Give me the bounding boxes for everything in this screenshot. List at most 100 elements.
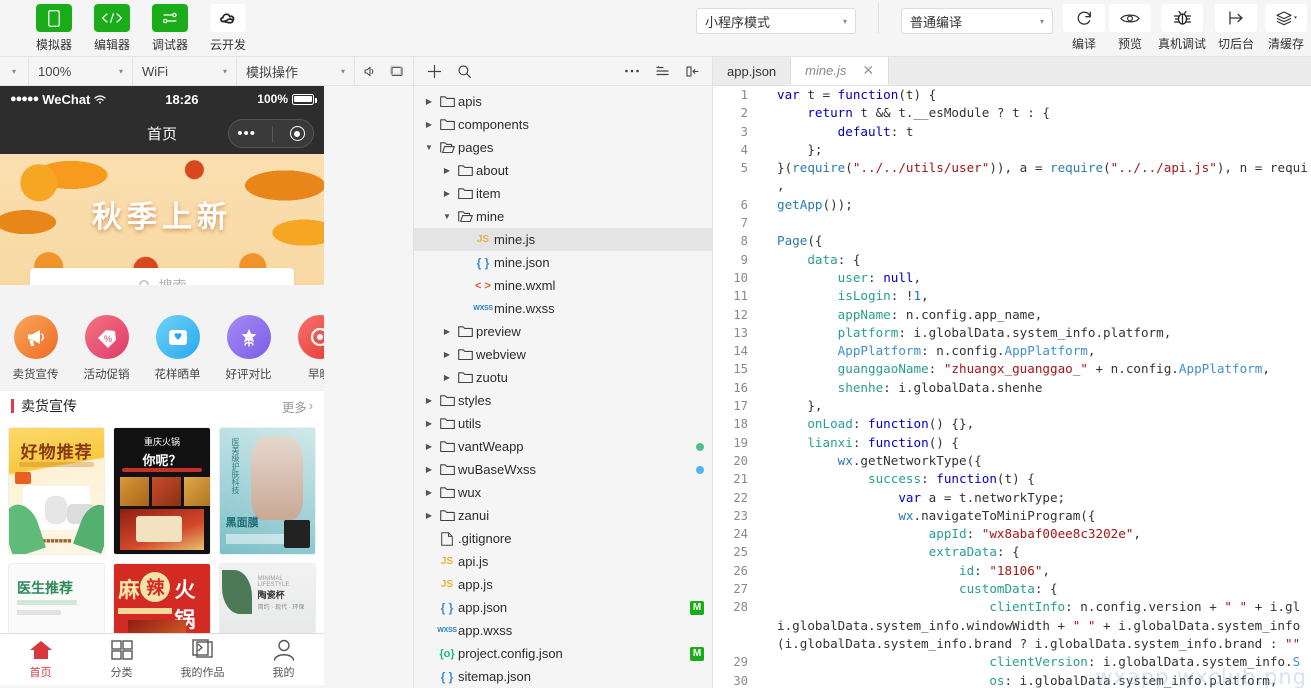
file-tree-row[interactable]: < >mine.wxml bbox=[414, 274, 712, 297]
tabbar-label: 分类 bbox=[111, 664, 133, 680]
device-select[interactable]: ▾ bbox=[0, 57, 29, 86]
toolbar-button-editor[interactable]: 编辑器 bbox=[83, 0, 141, 53]
file-tree-row[interactable]: ▶zuotu bbox=[414, 366, 712, 389]
chevron-right-icon[interactable]: ▶ bbox=[440, 166, 454, 175]
chevron-right-icon[interactable]: ▶ bbox=[422, 396, 436, 405]
tabbar-item-profile[interactable]: 我的 bbox=[243, 634, 324, 685]
editor-tab-mine-js[interactable]: mine.js ✕ bbox=[791, 57, 889, 85]
close-circle-icon[interactable] bbox=[290, 126, 305, 141]
tabbar-item-works[interactable]: 我的作品 bbox=[162, 634, 243, 685]
clear-cache-button[interactable]: 清缓存 bbox=[1261, 0, 1311, 52]
real-device-debug-button[interactable]: 真机调试 bbox=[1153, 0, 1211, 52]
file-tree-row[interactable]: ▶vantWeapp bbox=[414, 435, 712, 458]
line-number: 27 bbox=[713, 580, 757, 598]
add-file-icon[interactable] bbox=[420, 57, 448, 86]
file-tree-row[interactable]: ▶webview bbox=[414, 343, 712, 366]
chevron-right-icon[interactable]: ▶ bbox=[440, 373, 454, 382]
code-area[interactable]: 1var t = function(t) {2 return t && t.__… bbox=[713, 86, 1311, 688]
section-more-link[interactable]: 更多 › bbox=[282, 397, 313, 416]
chevron-right-icon[interactable]: ▶ bbox=[440, 327, 454, 336]
file-tree-row[interactable]: JSmine.js bbox=[414, 228, 712, 251]
wechat-capsule-button[interactable]: ••• bbox=[228, 119, 314, 148]
toolbar-button-simulator[interactable]: 模拟器 bbox=[25, 0, 83, 53]
chevron-right-icon[interactable]: ▶ bbox=[422, 120, 436, 129]
chevron-right-icon[interactable]: ▶ bbox=[422, 419, 436, 428]
network-select[interactable]: WiFi ▾ bbox=[133, 57, 237, 86]
folder-icon bbox=[454, 371, 476, 384]
collapse-panel-icon[interactable] bbox=[678, 57, 706, 86]
file-tree-row[interactable]: { }mine.json bbox=[414, 251, 712, 274]
toolbar-label: 云开发 bbox=[210, 36, 246, 53]
grid-item-huayang[interactable]: 花样晒单 bbox=[142, 315, 213, 382]
promo-banner[interactable]: 秋季上新 搜索 bbox=[0, 154, 324, 285]
simulate-action-select[interactable]: 模拟操作 ▾ bbox=[237, 57, 355, 86]
chevron-right-icon[interactable]: ▶ bbox=[422, 511, 436, 520]
file-tree-row[interactable]: JSapi.js bbox=[414, 550, 712, 573]
editor-tab-app-json[interactable]: app.json bbox=[713, 57, 791, 85]
search-input[interactable]: 搜索 bbox=[30, 268, 294, 285]
mode-select[interactable]: 小程序模式 ▾ bbox=[696, 8, 856, 34]
chevron-right-icon[interactable]: ▶ bbox=[422, 442, 436, 451]
volume-icon[interactable] bbox=[355, 57, 383, 86]
switch-background-button[interactable]: 切后台 bbox=[1211, 0, 1261, 52]
file-tree-row[interactable]: {o}project.config.jsonM bbox=[414, 642, 712, 665]
file-tree-row[interactable]: { }sitemap.json bbox=[414, 665, 712, 688]
file-tree-row[interactable]: ▶wux bbox=[414, 481, 712, 504]
toolbar-button-debugger[interactable]: 调试器 bbox=[141, 0, 199, 53]
chevron-right-icon[interactable]: ▶ bbox=[422, 465, 436, 474]
file-tree-row[interactable]: ▼mine bbox=[414, 205, 712, 228]
file-tree-row[interactable]: ▶apis bbox=[414, 90, 712, 113]
phone-frame: ●●●●● WeChat 18:26 100% 首页 bbox=[0, 86, 324, 685]
grid-item-haoping[interactable]: 好评对比 bbox=[213, 315, 284, 382]
compile-select-wrap: 普通编译 ▾ bbox=[901, 0, 1053, 34]
sort-icon[interactable] bbox=[648, 57, 676, 86]
close-icon[interactable]: ✕ bbox=[862, 62, 874, 79]
file-tree-row[interactable]: ▶utils bbox=[414, 412, 712, 435]
code-line: 19 lianxi: function() { bbox=[713, 434, 1311, 452]
more-icon[interactable] bbox=[618, 57, 646, 86]
file-tree-row[interactable]: WXSSapp.wxss bbox=[414, 619, 712, 642]
chevron-down-icon[interactable]: ▼ bbox=[440, 212, 454, 221]
card-item[interactable]: 重庆火锅 你呢？ bbox=[113, 427, 210, 555]
search-icon[interactable] bbox=[450, 57, 478, 86]
grid-item-huodong[interactable]: % 活动促销 bbox=[71, 315, 142, 382]
more-icon[interactable]: ••• bbox=[237, 125, 256, 142]
compile-button[interactable]: 编译 bbox=[1061, 0, 1107, 52]
file-tree-row[interactable]: ▶components bbox=[414, 113, 712, 136]
grid-item-zaowan[interactable]: 早晚 bbox=[284, 315, 324, 382]
chevron-right-icon[interactable]: ▶ bbox=[440, 350, 454, 359]
file-tree-row[interactable]: ▶zanui bbox=[414, 504, 712, 527]
chevron-right-icon[interactable]: ▶ bbox=[440, 189, 454, 198]
preview-button[interactable]: 预览 bbox=[1107, 0, 1153, 52]
tabbar-item-category[interactable]: 分类 bbox=[81, 634, 162, 685]
editor-tabs-row: app.json mine.js ✕ bbox=[713, 57, 1311, 85]
section-header: 卖货宣传 更多 › bbox=[0, 390, 324, 421]
file-tree-row[interactable]: ▶item bbox=[414, 182, 712, 205]
file-tree-row[interactable]: ▶about bbox=[414, 159, 712, 182]
toolbar-button-cloud[interactable]: 云开发 bbox=[199, 0, 257, 53]
carrier-group: ●●●●● WeChat bbox=[10, 92, 106, 107]
code-text: lianxi: function() { bbox=[757, 434, 959, 452]
file-tree-row[interactable]: ▶wuBaseWxss bbox=[414, 458, 712, 481]
card-item[interactable]: 好物推荐 ■■■■■■■ bbox=[8, 427, 105, 555]
file-tree-row[interactable]: ▶preview bbox=[414, 320, 712, 343]
chevron-right-icon[interactable]: ▶ bbox=[422, 488, 436, 497]
file-tree-row[interactable]: JSapp.js bbox=[414, 573, 712, 596]
file-tree-row[interactable]: ▼pages bbox=[414, 136, 712, 159]
compile-mode-select[interactable]: 普通编译 ▾ bbox=[901, 8, 1053, 34]
zoom-select[interactable]: 100% ▾ bbox=[29, 57, 133, 86]
file-explorer[interactable]: ▶apis▶components▼pages▶about▶item▼mineJS… bbox=[414, 86, 713, 688]
grid-item-maihuo[interactable]: 卖货宣传 bbox=[0, 315, 71, 382]
rotate-screen-icon[interactable] bbox=[383, 57, 411, 86]
status-dot bbox=[696, 466, 704, 474]
line-number: 22 bbox=[713, 489, 757, 507]
chevron-right-icon[interactable]: ▶ bbox=[422, 97, 436, 106]
tabbar-item-home[interactable]: 首页 bbox=[0, 634, 81, 685]
card-item[interactable]: 医美级护肤科技 黑面膜 bbox=[219, 427, 316, 555]
file-tree-row[interactable]: { }app.jsonM bbox=[414, 596, 712, 619]
chevron-down-icon[interactable]: ▼ bbox=[422, 143, 436, 152]
code-text: }; bbox=[757, 141, 823, 159]
file-tree-row[interactable]: .gitignore bbox=[414, 527, 712, 550]
file-tree-row[interactable]: WXSSmine.wxss bbox=[414, 297, 712, 320]
file-tree-row[interactable]: ▶styles bbox=[414, 389, 712, 412]
